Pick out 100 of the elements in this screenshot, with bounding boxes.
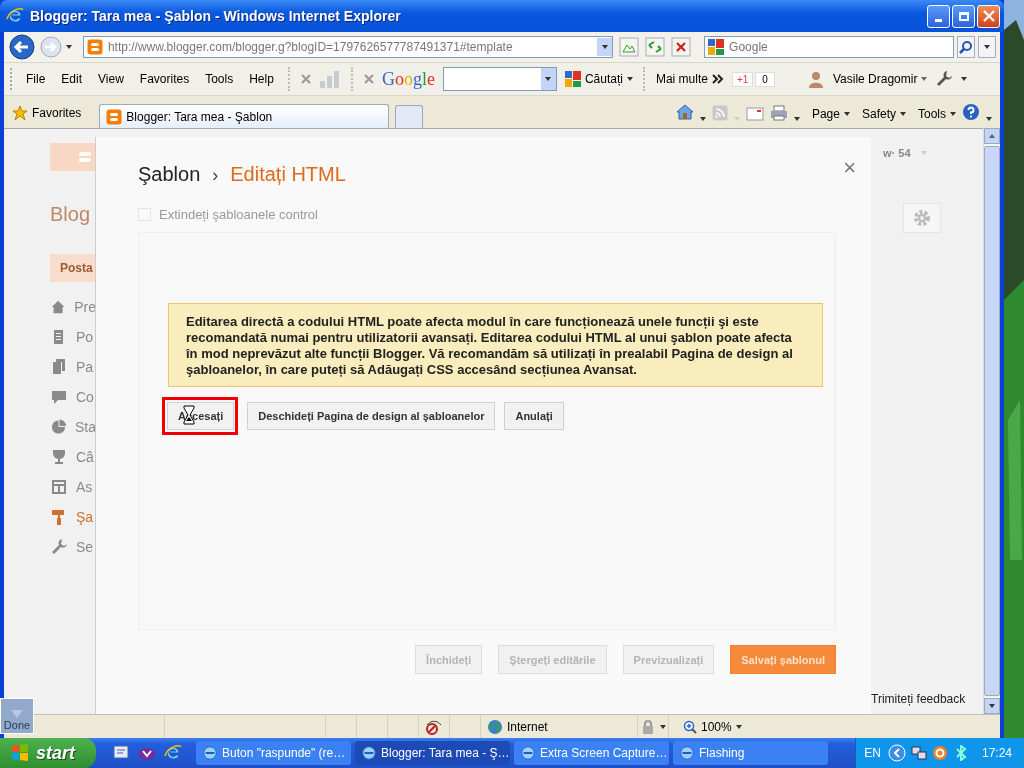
dialog-title: Editați HTML [230, 163, 346, 186]
menu-item[interactable]: File [22, 70, 50, 88]
chevron-icon[interactable] [887, 744, 906, 762]
search-options-button[interactable] [978, 36, 996, 58]
command-menu[interactable]: Safety [861, 107, 906, 121]
window-title: Blogger: Tara mea - Şablon - Windows Internet Explorer [30, 8, 402, 24]
action-button[interactable]: Deschideți Pagina de design al şabloanelor [247, 402, 496, 430]
nav-item[interactable]: Sta [50, 412, 96, 442]
account-menu[interactable]: Vasile Dragomir [832, 72, 928, 86]
star-icon [12, 105, 28, 121]
caret-icon[interactable] [65, 45, 72, 49]
double-chevron-icon [711, 74, 724, 84]
feedback-link[interactable]: Trimiteți feedback [871, 692, 966, 706]
windows-logo-icon [10, 743, 30, 763]
trophy-icon [50, 448, 68, 466]
close-icon[interactable] [300, 74, 311, 84]
new-post-button[interactable]: Posta [50, 254, 96, 282]
help-icon[interactable] [962, 103, 980, 121]
google-icon [564, 71, 581, 87]
down-arrow-icon [10, 709, 24, 719]
search-button[interactable] [957, 36, 975, 58]
nav-item[interactable]: Po [50, 322, 96, 352]
done-button[interactable]: Done [0, 698, 34, 734]
wrench-icon[interactable] [935, 70, 954, 88]
breadcrumb-separator: › [212, 165, 219, 186]
more-button[interactable]: Mai multe [655, 72, 724, 86]
search-field[interactable]: Google [704, 36, 955, 58]
home-icon [50, 298, 67, 316]
speech-bubble-icon [50, 388, 68, 406]
command-menu[interactable]: Page [811, 107, 850, 121]
ie-icon[interactable] [164, 744, 182, 762]
scrollbar[interactable] [983, 128, 1000, 714]
zoom-icon [683, 719, 697, 734]
plus-one-count: 0 [755, 71, 775, 87]
checkbox-label: Extindeți şabloanele control [159, 206, 318, 222]
home-icon[interactable] [675, 103, 694, 121]
app-icon [202, 745, 218, 761]
toolbar-search-field[interactable] [442, 67, 557, 91]
close-button[interactable]: × [843, 155, 856, 181]
app-icon [361, 745, 377, 761]
lock-icon[interactable] [640, 718, 656, 735]
network-icon[interactable] [910, 745, 927, 761]
favorites-button[interactable]: Favorites [12, 105, 82, 121]
desktop-icon[interactable] [112, 744, 130, 762]
globe-icon [487, 718, 503, 735]
nav-item[interactable]: Şa [50, 502, 96, 532]
taskbar-button[interactable]: Flashing [673, 741, 828, 765]
close-icon[interactable] [363, 74, 374, 84]
taskbar-button[interactable]: Extra Screen Capture… [514, 741, 669, 765]
menu-item[interactable]: View [94, 70, 128, 88]
start-button[interactable]: start [0, 738, 96, 768]
nav-item[interactable]: Pa [50, 352, 96, 382]
menu-item[interactable]: Edit [57, 70, 87, 88]
close-icon [982, 10, 995, 22]
address-field[interactable]: http://www.blogger.com/blogger.g?blogID=1797626577787491371#template [82, 36, 614, 58]
blocked-eye-icon [425, 718, 443, 735]
ie-icon [6, 7, 24, 25]
close-button[interactable] [977, 4, 1000, 28]
nav-item[interactable]: Câ [50, 442, 96, 472]
command-menu[interactable]: Tools [918, 107, 956, 121]
menu-item[interactable]: Favorites [135, 70, 194, 88]
blogger-icon [106, 108, 123, 125]
printer-icon[interactable] [769, 105, 788, 121]
blog-title: Blog [50, 203, 92, 226]
mail-icon[interactable] [745, 107, 764, 121]
pie-chart-icon [50, 418, 67, 436]
nav-item[interactable]: As [50, 472, 96, 502]
new-tab-button[interactable] [395, 105, 424, 128]
stop-icon[interactable] [671, 37, 692, 57]
compatibility-icon[interactable] [619, 37, 640, 57]
dropdown-button[interactable] [597, 38, 613, 56]
menu-item[interactable]: Help [245, 70, 278, 88]
app-icon [679, 745, 695, 761]
menu-item[interactable]: Tools [201, 70, 238, 88]
nav-item[interactable]: Pre [50, 292, 96, 322]
search-button[interactable]: Căutați [564, 71, 633, 87]
refresh-icon[interactable] [645, 37, 666, 57]
app-icon [520, 745, 536, 761]
view-counter[interactable]: w· 54 [883, 147, 927, 159]
maximize-button[interactable] [952, 4, 975, 28]
update-icon[interactable] [931, 745, 948, 761]
avatar-icon [806, 70, 825, 88]
security-zone: Internet [507, 719, 548, 734]
minimize-button[interactable] [927, 4, 950, 28]
back-button[interactable] [8, 33, 36, 61]
breadcrumb-link[interactable]: Şablon [138, 163, 201, 186]
blogger-icon [86, 39, 103, 55]
action-button[interactable]: Anulați [504, 402, 564, 430]
taskbar-button[interactable]: Buton "raspunde" (re… [196, 741, 351, 765]
plus-one-button[interactable]: +1 [731, 71, 754, 87]
nav-item[interactable]: Co [50, 382, 96, 412]
browser-tab[interactable]: Blogger: Tara mea - Şablon [99, 104, 390, 128]
search-icon [959, 40, 974, 54]
language-indicator[interactable]: EN [864, 746, 881, 760]
layout-icon [50, 478, 68, 496]
nav-item[interactable]: Se [50, 532, 96, 562]
taskbar-button[interactable]: Blogger: Tara mea - Ş… [355, 741, 510, 765]
clock: 17:24 [981, 746, 1012, 760]
settings-icon [913, 209, 931, 227]
pages-icon [50, 358, 68, 376]
